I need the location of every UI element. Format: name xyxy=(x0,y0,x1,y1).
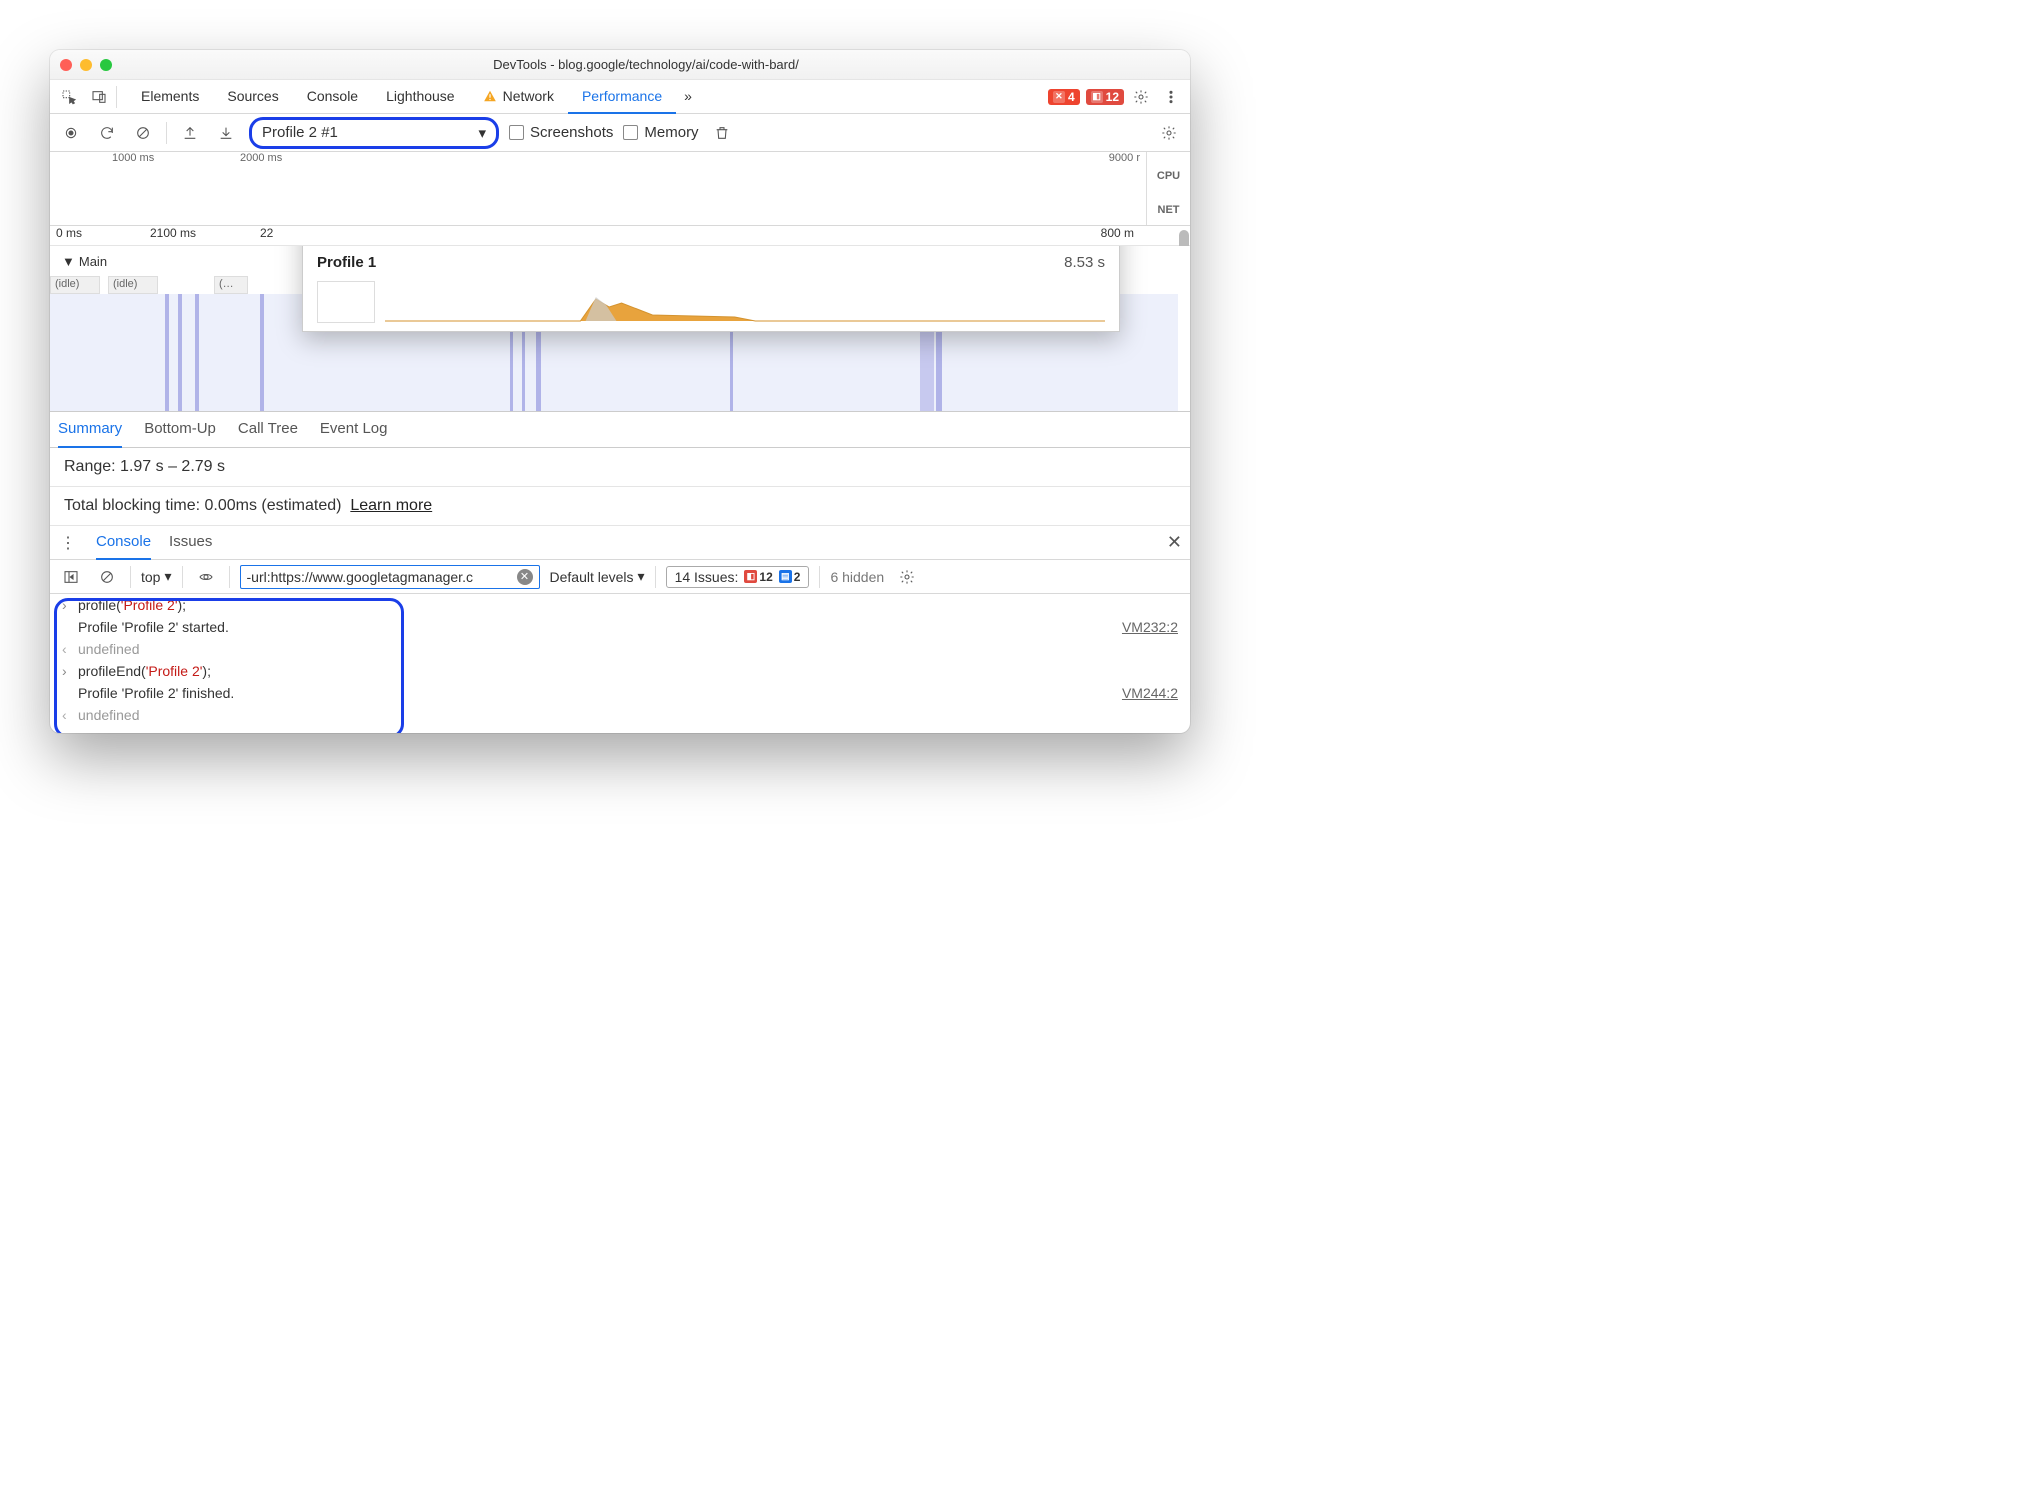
warning-icon xyxy=(483,89,497,103)
tab-performance[interactable]: Performance xyxy=(568,80,676,114)
console-output: ›profile('Profile 2'); Profile 'Profile … xyxy=(50,594,1190,733)
tabs-overflow-button[interactable]: » xyxy=(676,80,700,114)
inspect-element-icon[interactable] xyxy=(56,84,82,110)
zoom-window-button[interactable] xyxy=(100,59,112,71)
console-log-line: Profile 'Profile 2' started.VM232:2 xyxy=(50,616,1190,638)
subtab-call-tree[interactable]: Call Tree xyxy=(238,412,298,448)
drawer-tab-console[interactable]: Console xyxy=(96,526,151,560)
console-input-line[interactable]: ›profileEnd('Profile 2'); xyxy=(50,660,1190,682)
kebab-menu-icon[interactable] xyxy=(1158,84,1184,110)
tab-elements[interactable]: Elements xyxy=(127,80,213,114)
settings-icon[interactable] xyxy=(1128,84,1154,110)
issue-badge[interactable]: ◧12 xyxy=(1086,89,1124,105)
chevron-down-icon: ▾ xyxy=(478,124,486,142)
profile-duration: 8.53 s xyxy=(1064,254,1105,271)
capture-settings-icon[interactable] xyxy=(1156,120,1182,146)
traffic-lights xyxy=(60,59,112,71)
titlebar: DevTools - blog.google/technology/ai/cod… xyxy=(50,50,1190,80)
main-tabs: Elements Sources Console Lighthouse Netw… xyxy=(127,80,1044,114)
issue-red-icon: ◧ xyxy=(744,570,757,583)
task-block[interactable]: (… xyxy=(214,276,248,294)
devtools-window: DevTools - blog.google/technology/ai/cod… xyxy=(50,50,1190,733)
subtab-event-log[interactable]: Event Log xyxy=(320,412,388,448)
overview-side-labels: CPU NET xyxy=(1146,152,1190,225)
idle-block[interactable]: (idle) xyxy=(108,276,158,294)
profile-dropdown-item[interactable]: Profile 1 8.53 s xyxy=(303,246,1119,331)
profile-dropdown: Profile 28.85 s Profile 18.53 s xyxy=(302,246,1120,332)
kebab-menu-icon[interactable]: ⋮ xyxy=(58,530,78,556)
issues-button[interactable]: 14 Issues: ◧12 ▤2 xyxy=(666,566,810,588)
source-link[interactable]: VM232:2 xyxy=(1122,619,1178,635)
tab-sources[interactable]: Sources xyxy=(213,80,292,114)
idle-block[interactable]: (idle) xyxy=(50,276,100,294)
profile-select[interactable]: Profile 2 #1 ▾ xyxy=(249,117,499,149)
profile-thumbnail xyxy=(317,281,375,323)
subtab-bottom-up[interactable]: Bottom-Up xyxy=(144,412,216,448)
tbt-row: Total blocking time: 0.00ms (estimated) … xyxy=(50,487,1190,526)
execution-context-select[interactable]: top▾ xyxy=(141,568,172,585)
issue-blue-icon: ▤ xyxy=(779,570,792,583)
chevron-down-icon: ▾ xyxy=(164,568,171,585)
console-input-line[interactable]: ›profile('Profile 2'); xyxy=(50,594,1190,616)
learn-more-link[interactable]: Learn more xyxy=(350,497,432,514)
window-title: DevTools - blog.google/technology/ai/cod… xyxy=(112,57,1180,72)
reload-icon[interactable] xyxy=(94,120,120,146)
download-icon[interactable] xyxy=(213,120,239,146)
detail-time-ruler[interactable]: 0 ms 2100 ms 22 800 m xyxy=(50,226,1190,246)
filter-text: -url:https://www.googletagmanager.c xyxy=(247,569,513,585)
clear-filter-icon[interactable]: ✕ xyxy=(517,569,533,585)
tab-lighthouse[interactable]: Lighthouse xyxy=(372,80,469,114)
profile-mini-chart xyxy=(385,293,1105,323)
console-sidebar-icon[interactable] xyxy=(58,564,84,590)
source-link[interactable]: VM244:2 xyxy=(1122,685,1178,701)
time-ruler: 1000 ms 2000 ms 9000 r xyxy=(50,152,1190,168)
profile-name: Profile 1 xyxy=(317,254,376,271)
chevron-down-icon: ▼ xyxy=(62,254,75,269)
tab-network[interactable]: Network xyxy=(469,80,568,114)
error-icon: ✕ xyxy=(1053,91,1065,103)
drawer-tab-issues[interactable]: Issues xyxy=(169,526,212,560)
close-drawer-icon[interactable]: ✕ xyxy=(1167,532,1182,553)
upload-icon[interactable] xyxy=(177,120,203,146)
close-window-button[interactable] xyxy=(60,59,72,71)
console-settings-icon[interactable] xyxy=(894,564,920,590)
main-track-label[interactable]: ▼Main xyxy=(62,254,107,269)
performance-toolbar: Profile 2 #1 ▾ Screenshots Memory xyxy=(50,114,1190,152)
trash-icon[interactable] xyxy=(709,120,735,146)
subtab-summary[interactable]: Summary xyxy=(58,412,122,448)
console-return-line: ‹undefined xyxy=(50,704,1190,733)
screenshots-checkbox[interactable]: Screenshots xyxy=(509,124,613,141)
hidden-count[interactable]: 6 hidden xyxy=(830,569,884,585)
range-text: Range: 1.97 s – 2.79 s xyxy=(50,448,1190,487)
clear-icon[interactable] xyxy=(130,120,156,146)
memory-checkbox[interactable]: Memory xyxy=(623,124,698,141)
issue-icon: ◧ xyxy=(1091,91,1103,103)
status-badges: ✕4 ◧12 xyxy=(1048,89,1124,105)
device-toolbar-icon[interactable] xyxy=(86,84,112,110)
tab-console[interactable]: Console xyxy=(293,80,372,114)
console-toolbar: top▾ -url:https://www.googletagmanager.c… xyxy=(50,560,1190,594)
clear-console-icon[interactable] xyxy=(94,564,120,590)
chevron-down-icon: ▾ xyxy=(638,568,645,585)
log-levels-select[interactable]: Default levels▾ xyxy=(550,568,645,585)
profile-select-value: Profile 2 #1 xyxy=(262,124,338,141)
minimize-window-button[interactable] xyxy=(80,59,92,71)
flame-chart-area[interactable]: ▼Main (idle) (idle) (… Profile 28.85 s xyxy=(50,246,1190,412)
overview-strip[interactable]: 1000 ms 2000 ms 9000 r CPU NET xyxy=(50,152,1190,226)
main-tabs-row: Elements Sources Console Lighthouse Netw… xyxy=(50,80,1190,114)
record-icon[interactable] xyxy=(58,120,84,146)
console-return-line: ‹undefined xyxy=(50,638,1190,660)
live-expression-icon[interactable] xyxy=(193,564,219,590)
console-drawer-tabs: ⋮ Console Issues ✕ xyxy=(50,526,1190,560)
console-log-line: Profile 'Profile 2' finished.VM244:2 xyxy=(50,682,1190,704)
summary-tabs: Summary Bottom-Up Call Tree Event Log xyxy=(50,412,1190,448)
error-badge[interactable]: ✕4 xyxy=(1048,89,1080,105)
console-filter-input[interactable]: -url:https://www.googletagmanager.c ✕ xyxy=(240,565,540,589)
